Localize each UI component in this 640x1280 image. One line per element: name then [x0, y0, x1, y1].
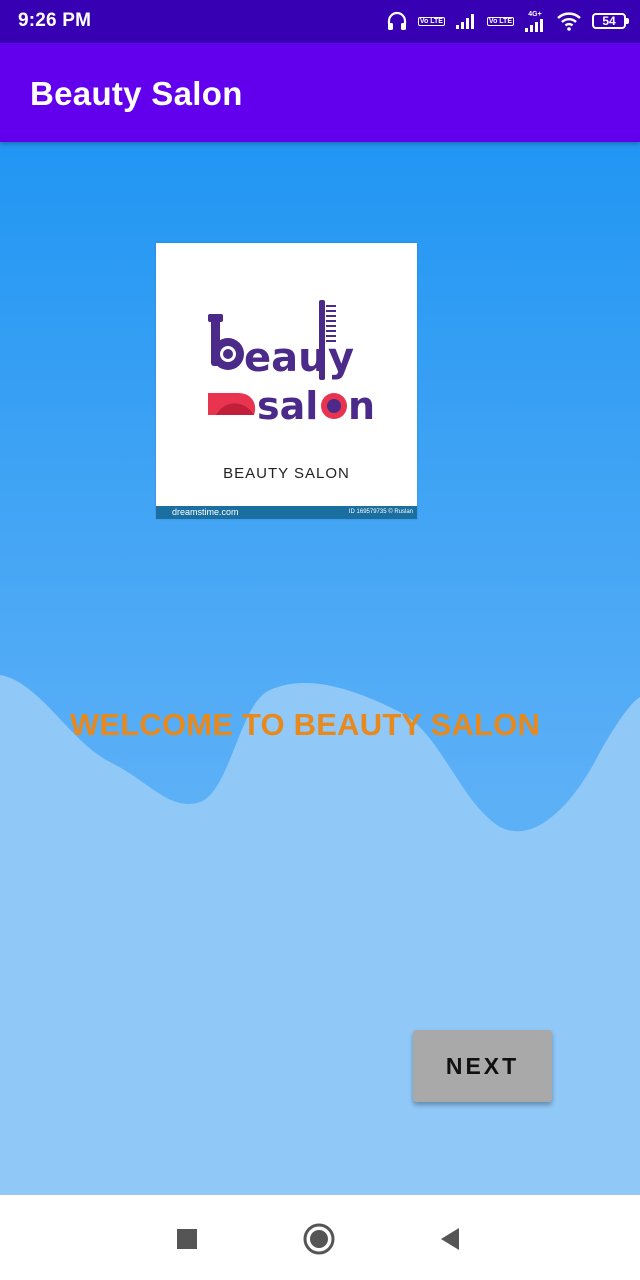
next-button[interactable]: NEXT: [413, 1030, 552, 1102]
headphones-icon: [386, 10, 408, 32]
svg-text:sal: sal: [257, 384, 318, 428]
status-time: 9:26 PM: [18, 10, 92, 31]
screen: 9:26 PM Vo LTE Vo LTE 4G+ 54 Beauty Salo…: [0, 0, 640, 1280]
signal-icon: [455, 12, 477, 30]
signal-4g-icon: 4G+: [524, 11, 546, 32]
volte-icon: Vo LTE: [417, 16, 445, 26]
beauty-salon-logo-icon: eau y sal n: [208, 300, 375, 428]
navigation-bar: [0, 1195, 640, 1280]
status-icons: Vo LTE Vo LTE 4G+ 54: [386, 8, 629, 34]
network-type-label: 4G+: [528, 10, 542, 18]
logo-footer: dreamstime.com ID 169579735 © Ruslan: [156, 506, 417, 519]
logo-footer-id: ID 169579735 © Ruslan: [348, 509, 413, 515]
main-content: eau y sal n BEAUTY SALON dreamstime.com …: [0, 142, 640, 1195]
recents-square-icon[interactable]: [169, 1221, 205, 1257]
svg-text:n: n: [348, 384, 375, 428]
status-bar: 9:26 PM Vo LTE Vo LTE 4G+ 54: [0, 0, 640, 43]
volte-icon-2: Vo LTE: [486, 16, 514, 26]
logo-footer-site: dreamstime.com: [172, 507, 239, 517]
app-bar: Beauty Salon: [0, 43, 640, 142]
svg-text:eau: eau: [244, 335, 327, 381]
logo-caption: BEAUTY SALON: [223, 465, 350, 482]
app-title: Beauty Salon: [30, 75, 243, 112]
wifi-icon: [556, 11, 582, 31]
welcome-text: WELCOME TO BEAUTY SALON: [69, 707, 541, 742]
salon-logo-image: eau y sal n BEAUTY SALON dreamstime.com …: [156, 243, 417, 519]
volte-label: Vo LTE: [417, 16, 445, 26]
back-triangle-icon[interactable]: [432, 1221, 468, 1257]
svg-text:y: y: [328, 335, 354, 381]
battery-icon: 54: [592, 13, 629, 29]
home-circle-icon[interactable]: [301, 1221, 337, 1257]
volte-label-2: Vo LTE: [486, 16, 514, 26]
